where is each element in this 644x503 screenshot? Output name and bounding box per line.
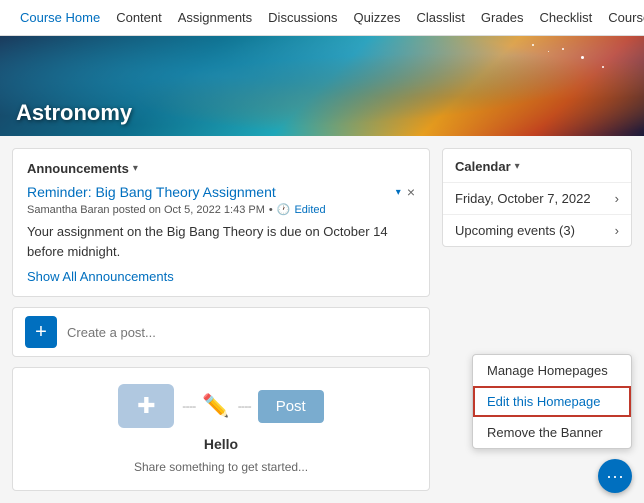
calendar-events-arrow-icon: › — [615, 223, 619, 238]
announcements-chevron-icon[interactable]: ▾ — [133, 163, 138, 174]
create-post-bar: + — [12, 307, 430, 357]
clock-icon: 🕐 — [277, 203, 291, 216]
nav-grades[interactable]: Grades — [473, 0, 532, 36]
pencil-icon: ✏️ — [202, 393, 229, 419]
nav-course-home[interactable]: Course Home — [12, 0, 108, 36]
nav-course-tools[interactable]: Course Tools ▾ — [600, 0, 644, 36]
announcement-title[interactable]: Reminder: Big Bang Theory Assignment — [27, 184, 276, 200]
course-title: Astronomy — [16, 100, 132, 126]
hello-subtitle: Share something to get started... — [134, 460, 308, 474]
calendar-events-row[interactable]: Upcoming events (3) › — [443, 214, 631, 246]
calendar-events-label: Upcoming events (3) — [455, 223, 575, 238]
hello-illustration: ✚ - - - - ✏️ - - - - Post — [118, 384, 323, 428]
announcements-card: Announcements ▾ Reminder: Big Bang Theor… — [12, 148, 430, 297]
announcement-meta: Samantha Baran posted on Oct 5, 2022 1:4… — [27, 203, 415, 216]
post-button[interactable]: Post — [258, 390, 324, 423]
dashed-arrow-icon-2: - - - - — [238, 399, 250, 413]
nav-content[interactable]: Content — [108, 0, 170, 36]
dashed-arrow-icon: - - - - — [182, 399, 194, 413]
edit-homepage-item[interactable]: Edit this Homepage — [473, 386, 631, 417]
star-decoration — [532, 44, 534, 46]
announcement-title-row: Reminder: Big Bang Theory Assignment ▾ × — [27, 184, 415, 200]
nav-quizzes[interactable]: Quizzes — [346, 0, 409, 36]
manage-homepages-item[interactable]: Manage Homepages — [473, 355, 631, 386]
plus-icon: + — [35, 321, 47, 344]
nav-checklist[interactable]: Checklist — [532, 0, 601, 36]
nav-classlist[interactable]: Classlist — [409, 0, 473, 36]
nav-discussions[interactable]: Discussions — [260, 0, 345, 36]
announcement-edited: Edited — [294, 204, 325, 216]
add-icon-box: ✚ — [118, 384, 174, 428]
hello-title: Hello — [204, 436, 238, 452]
calendar-date-arrow-icon: › — [615, 191, 619, 206]
show-all-announcements-link[interactable]: Show All Announcements — [27, 269, 174, 284]
hello-area: ✚ - - - - ✏️ - - - - Post Hello Share so… — [12, 367, 430, 491]
announcements-title: Announcements — [27, 161, 129, 176]
announcement-title-chevron-icon[interactable]: ▾ — [396, 187, 401, 198]
course-banner: Astronomy — [0, 36, 644, 136]
nav-assignments[interactable]: Assignments — [170, 0, 260, 36]
calendar-chevron-icon[interactable]: ▾ — [515, 161, 520, 172]
remove-banner-item[interactable]: Remove the Banner — [473, 417, 631, 448]
announcements-header: Announcements ▾ — [27, 161, 415, 176]
floating-action-button[interactable]: ··· — [598, 459, 632, 493]
calendar-date-row[interactable]: Friday, October 7, 2022 › — [443, 182, 631, 214]
star-decoration — [602, 66, 604, 68]
calendar-header: Calendar ▾ — [443, 149, 631, 182]
announcement-author: Samantha Baran posted on Oct 5, 2022 1:4… — [27, 204, 265, 216]
create-post-button[interactable]: + — [25, 316, 57, 348]
dropdown-menu: Manage Homepages Edit this Homepage Remo… — [472, 354, 632, 449]
star-decoration — [562, 48, 564, 50]
star-decoration — [581, 56, 584, 59]
calendar-title: Calendar — [455, 159, 511, 174]
star-decoration — [548, 51, 549, 52]
calendar-card: Calendar ▾ Friday, October 7, 2022 › Upc… — [442, 148, 632, 247]
announcement-body: Your assignment on the Big Bang Theory i… — [27, 222, 415, 261]
top-navigation: Course Home Content Assignments Discussi… — [0, 0, 644, 36]
calendar-date-label: Friday, October 7, 2022 — [455, 191, 591, 206]
more-dots-icon: ··· — [606, 466, 624, 487]
create-post-input[interactable] — [67, 325, 417, 340]
left-column: Announcements ▾ Reminder: Big Bang Theor… — [12, 148, 430, 491]
bullet-separator: • — [269, 204, 273, 216]
announcement-close-button[interactable]: × — [407, 185, 415, 199]
